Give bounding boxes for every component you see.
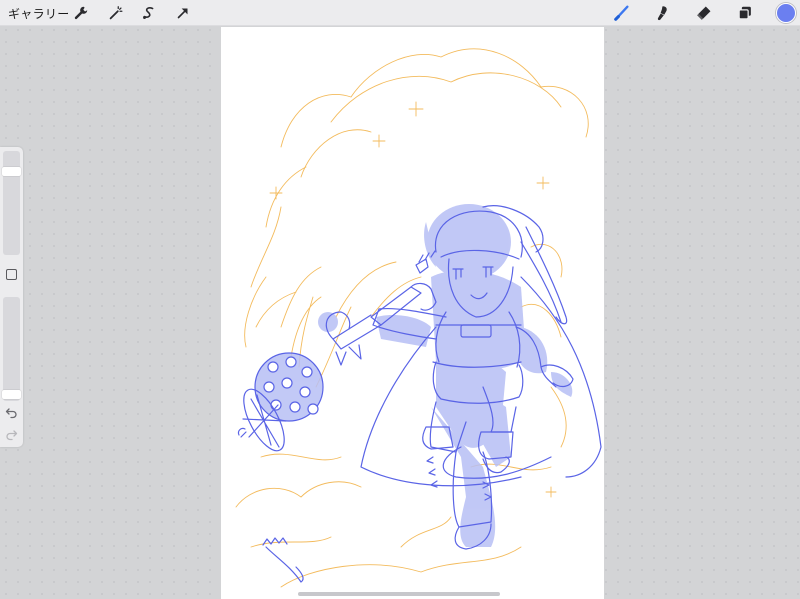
modify-button[interactable] bbox=[6, 269, 17, 280]
undo-button[interactable] bbox=[4, 405, 19, 420]
smudge-icon bbox=[657, 6, 667, 21]
eraser-tool-button[interactable] bbox=[694, 3, 714, 23]
undo-arrow-icon bbox=[5, 408, 17, 419]
adjustments-button[interactable] bbox=[106, 3, 126, 23]
brush-size-slider[interactable] bbox=[2, 151, 21, 255]
color-picker-button[interactable] bbox=[776, 3, 796, 23]
redo-arrow-icon bbox=[6, 430, 18, 441]
selection-button[interactable] bbox=[139, 3, 159, 23]
magic-wand-icon bbox=[109, 6, 123, 20]
layers-icon bbox=[738, 6, 751, 20]
transform-arrow-icon bbox=[177, 8, 188, 19]
eraser-icon bbox=[697, 6, 711, 20]
transform-button[interactable] bbox=[173, 3, 193, 23]
opacity-slider[interactable] bbox=[2, 297, 21, 401]
opacity-handle[interactable] bbox=[2, 390, 21, 399]
home-indicator bbox=[298, 592, 500, 596]
selection-icon bbox=[143, 7, 154, 19]
sketch-artwork bbox=[235, 48, 602, 588]
brush-tool-button[interactable] bbox=[612, 3, 632, 23]
actions-wrench-button[interactable] bbox=[71, 3, 91, 23]
wrench-icon bbox=[74, 6, 88, 20]
layers-button[interactable] bbox=[735, 3, 755, 23]
smudge-tool-button[interactable] bbox=[652, 3, 672, 23]
left-sidebar bbox=[0, 147, 23, 447]
brush-size-handle[interactable] bbox=[2, 167, 21, 176]
top-toolbar: ギャラリー bbox=[0, 0, 800, 26]
brush-icon bbox=[614, 5, 629, 21]
redo-button[interactable] bbox=[4, 427, 19, 442]
drawing-canvas[interactable] bbox=[221, 27, 604, 599]
gallery-button[interactable]: ギャラリー bbox=[8, 5, 70, 22]
